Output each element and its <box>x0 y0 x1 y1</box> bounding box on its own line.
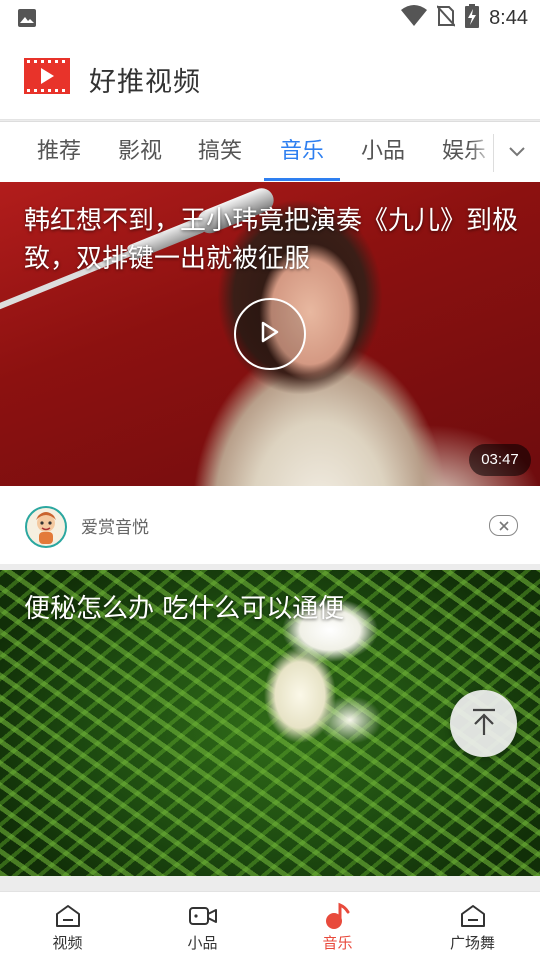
music-note-icon <box>323 902 353 930</box>
nav-video[interactable]: 视频 <box>0 892 135 960</box>
nav-label: 小品 <box>187 934 218 952</box>
tab-recommend[interactable]: 推荐 <box>22 122 96 183</box>
wifi-icon <box>401 5 428 31</box>
nav-label: 视频 <box>52 934 83 952</box>
avatar[interactable] <box>25 506 67 548</box>
tab-music[interactable]: 音乐 <box>264 122 340 183</box>
close-icon <box>498 516 509 535</box>
nav-label: 广场舞 <box>449 934 495 952</box>
app-logo-icon <box>24 58 70 94</box>
play-button[interactable] <box>234 298 306 370</box>
nav-square-dance[interactable]: 广场舞 <box>405 892 540 960</box>
video-card[interactable]: 韩红想不到，王小玮竟把演奏《九儿》到极致，双排键一出就被征服 03:47 爱赏音… <box>0 182 540 564</box>
video-title[interactable]: 便秘怎么办 吃什么可以通便 <box>24 590 524 628</box>
dismiss-button[interactable] <box>489 515 518 536</box>
tab-skit[interactable]: 小品 <box>346 122 420 183</box>
category-tabs: 推荐 影视 搞笑 音乐 小品 娱乐 <box>0 121 540 183</box>
home-icon <box>458 902 488 930</box>
video-duration: 03:47 <box>469 444 531 476</box>
nav-skit[interactable]: 小品 <box>135 892 270 960</box>
bottom-navigation: 视频 小品 音乐 广场舞 <box>0 891 540 960</box>
active-tab-indicator <box>264 178 340 181</box>
nav-label: 音乐 <box>322 934 353 952</box>
arrow-up-icon <box>470 707 498 741</box>
tab-film[interactable]: 影视 <box>103 122 177 183</box>
app-title: 好推视频 <box>89 67 201 98</box>
expand-tabs-button[interactable] <box>494 122 540 183</box>
video-camera-icon <box>188 902 218 930</box>
home-icon <box>53 902 83 930</box>
gallery-notification-icon <box>17 8 37 32</box>
scroll-to-top-button[interactable] <box>450 690 517 757</box>
tab-comedy[interactable]: 搞笑 <box>183 122 257 183</box>
status-bar: 8:44 <box>0 0 540 36</box>
no-sim-icon <box>436 5 456 31</box>
nav-music[interactable]: 音乐 <box>270 892 405 960</box>
video-source-row: 爱赏音悦 <box>0 486 540 564</box>
clock: 8:44 <box>489 6 528 29</box>
source-name[interactable]: 爱赏音悦 <box>81 513 149 538</box>
app-header: 好推视频 <box>0 36 540 120</box>
video-title[interactable]: 韩红想不到，王小玮竟把演奏《九儿》到极致，双排键一出就被征服 <box>24 202 524 278</box>
video-thumbnail[interactable]: 韩红想不到，王小玮竟把演奏《九儿》到极致，双排键一出就被征服 03:47 <box>0 182 540 486</box>
chevron-down-icon <box>508 143 526 162</box>
battery-charging-icon <box>465 4 480 32</box>
play-icon <box>260 321 280 347</box>
